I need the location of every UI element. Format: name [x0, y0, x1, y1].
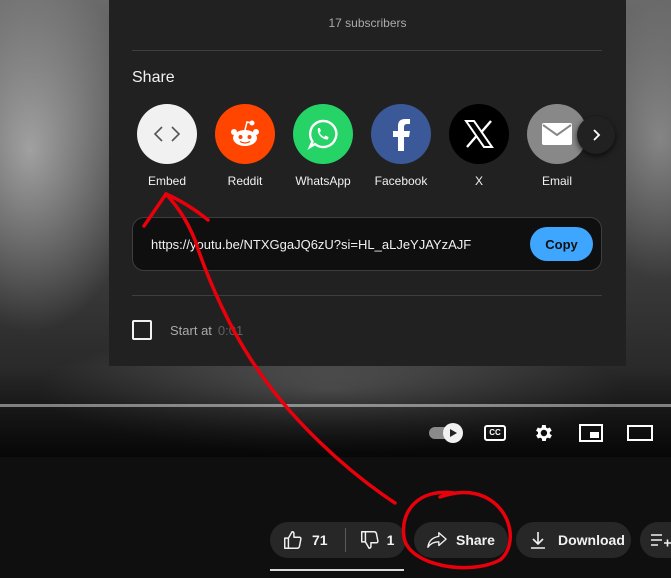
chevron-right-icon	[593, 129, 601, 141]
share-dialog: 17 subscribers Share Embed Reddit WhatsA…	[109, 0, 626, 366]
share-button[interactable]: Share	[414, 522, 508, 558]
play-icon	[443, 423, 463, 443]
divider	[132, 50, 602, 51]
facebook-icon	[371, 104, 431, 164]
share-target-whatsapp[interactable]: WhatsApp	[287, 104, 359, 188]
settings-button[interactable]	[530, 420, 556, 446]
x-icon	[449, 104, 509, 164]
share-target-label: Reddit	[227, 174, 263, 188]
next-share-targets-button[interactable]	[577, 116, 615, 154]
like-count: 71	[312, 532, 328, 548]
download-button[interactable]: Download	[516, 522, 631, 558]
share-targets: Embed Reddit WhatsApp Facebook X Email	[109, 104, 626, 194]
share-label: Share	[456, 532, 495, 548]
share-arrow-icon	[427, 532, 447, 548]
share-target-label: X	[474, 174, 483, 188]
theater-mode-button[interactable]	[626, 420, 654, 446]
share-target-facebook[interactable]: Facebook	[365, 104, 437, 188]
start-at-time-input[interactable]: 0:01	[218, 323, 243, 338]
share-target-embed[interactable]: Embed	[131, 104, 203, 188]
share-target-x[interactable]: X	[443, 104, 515, 188]
thumbs-up-icon	[284, 531, 302, 549]
share-target-reddit[interactable]: Reddit	[209, 104, 281, 188]
share-target-label: WhatsApp	[295, 174, 351, 188]
whatsapp-icon	[293, 104, 353, 164]
divider	[132, 295, 602, 296]
start-at-label: Start at	[170, 322, 212, 338]
share-link-box: https://youtu.be/NTXGgaJQ6zU?si=HL_aLJeY…	[132, 217, 602, 271]
download-label: Download	[558, 532, 625, 548]
dislike-button[interactable]: 1	[346, 522, 395, 558]
save-to-playlist-icon	[651, 534, 671, 547]
video-actions-bar: 71 1 Share Download	[0, 457, 671, 578]
cc-icon: CC	[484, 425, 506, 441]
autoplay-toggle[interactable]	[426, 420, 463, 446]
reddit-icon	[215, 104, 275, 164]
start-at-row: Start at 0:01	[132, 319, 243, 341]
share-target-label: Embed	[147, 174, 187, 188]
miniplayer-icon	[579, 424, 603, 442]
download-icon	[531, 532, 545, 549]
share-url[interactable]: https://youtu.be/NTXGgaJQ6zU?si=HL_aLJeY…	[151, 237, 471, 252]
subtitles-button[interactable]: CC	[482, 420, 508, 446]
embed-code-icon	[137, 104, 197, 164]
video-bottom-gradient	[0, 367, 671, 457]
like-dislike-group: 71 1	[270, 522, 406, 558]
like-button[interactable]: 71	[270, 522, 328, 558]
like-bar-indicator	[270, 569, 404, 571]
subscriber-count: 17 subscribers	[328, 16, 407, 30]
more-actions-button[interactable]	[640, 522, 671, 558]
share-title: Share	[132, 69, 175, 86]
autoplay-track	[429, 423, 463, 443]
share-target-label: Email	[541, 174, 572, 188]
progress-bar[interactable]	[0, 404, 671, 407]
theater-icon	[627, 425, 653, 441]
share-target-label: Facebook	[374, 174, 428, 188]
thumbs-down-icon	[360, 531, 379, 549]
dislike-count: 1	[386, 532, 395, 548]
gear-icon	[536, 425, 552, 441]
miniplayer-button[interactable]	[578, 420, 604, 446]
copy-button[interactable]: Copy	[530, 227, 593, 261]
start-at-checkbox[interactable]	[132, 320, 152, 340]
